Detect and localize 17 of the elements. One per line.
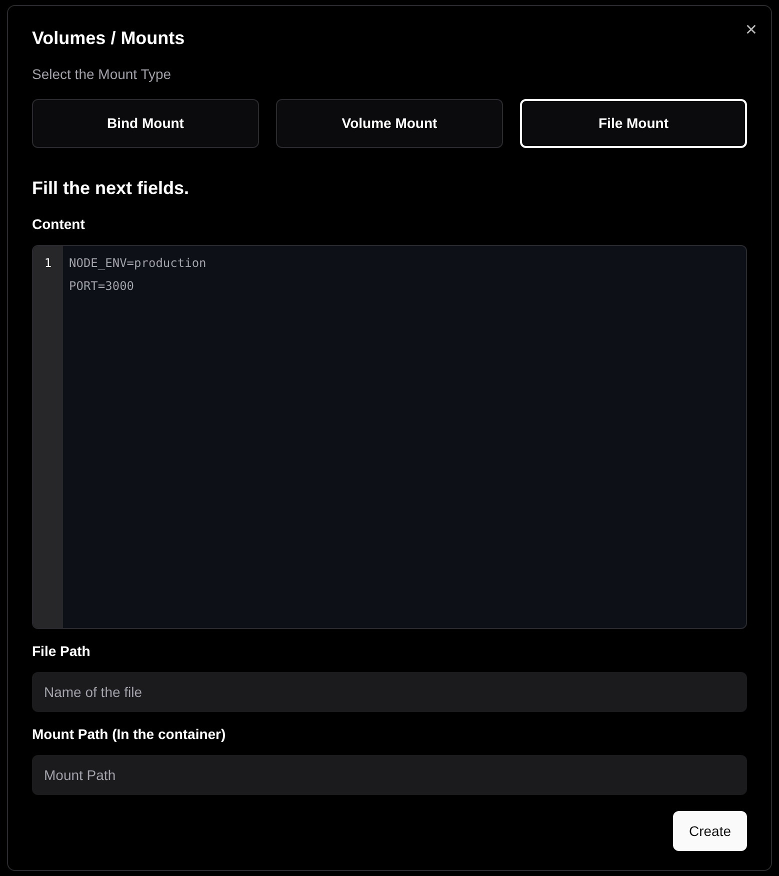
dialog-title: Volumes / Mounts bbox=[32, 27, 186, 50]
code-line: NODE_ENV=production bbox=[69, 255, 206, 272]
field-label: Content bbox=[32, 215, 86, 234]
text-input[interactable]: Name of the file bbox=[32, 672, 747, 712]
code-editor[interactable]: 1 NODE_ENV=production PORT=3000 bbox=[32, 245, 747, 629]
mount-type-tab[interactable]: Bind Mount bbox=[32, 99, 259, 148]
line-number: 1 bbox=[44, 255, 52, 272]
close-button[interactable]: × bbox=[745, 20, 757, 40]
text-input[interactable]: Mount Path bbox=[32, 755, 747, 795]
field-label: Mount Path (In the container) bbox=[32, 725, 227, 744]
mount-type-tab[interactable]: File Mount bbox=[520, 99, 747, 148]
section-label: Select the Mount Type bbox=[32, 65, 172, 84]
section-heading: Fill the next fields. bbox=[32, 177, 190, 200]
field-label: File Path bbox=[32, 642, 92, 661]
mount-type-tab[interactable]: Volume Mount bbox=[276, 99, 503, 148]
create-button[interactable]: Create bbox=[672, 811, 747, 851]
code-line: PORT=3000 bbox=[69, 278, 136, 295]
